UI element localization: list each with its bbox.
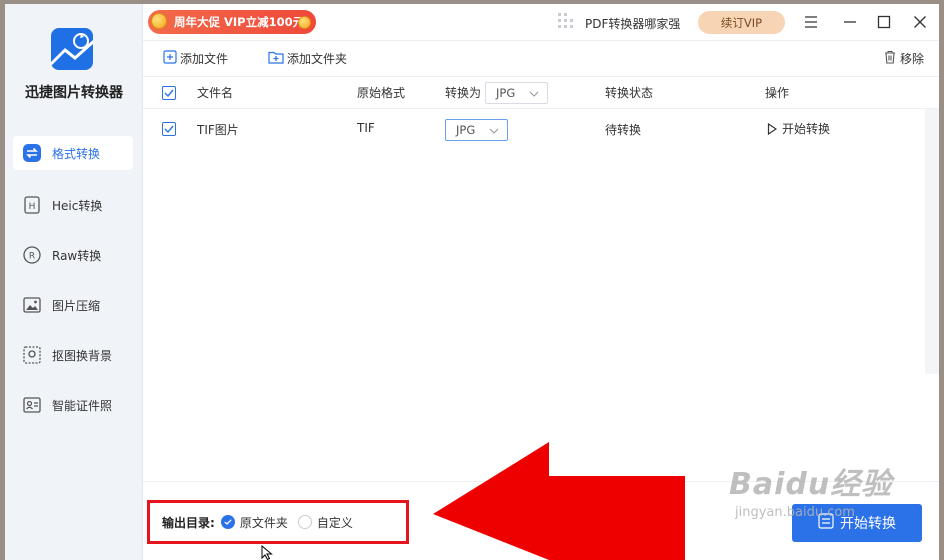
row-status: 待转换 — [605, 123, 642, 137]
sidebar-item-label: 智能证件照 — [52, 398, 113, 413]
row-format-select[interactable]: JPG — [445, 119, 508, 141]
add-folder-icon — [268, 50, 284, 67]
header-action: 操作 — [765, 86, 790, 100]
app-window: 迅捷图片转换器 格式转换 H Heic转换 R Raw转换 图片压缩 抠图换背景… — [5, 4, 939, 560]
play-icon — [767, 122, 777, 135]
watermark-sub: jingyan.baidu.com — [735, 505, 855, 520]
app-logo-icon — [51, 28, 93, 70]
row-filename: TIF图片 — [197, 123, 239, 137]
add-folder-button[interactable]: 添加文件夹 — [268, 48, 347, 68]
select-all-checkbox[interactable] — [162, 86, 176, 100]
add-file-button[interactable]: 添加文件 — [163, 48, 228, 68]
remove-label: 移除 — [900, 51, 925, 66]
watermark-main: Baidu经验 — [729, 467, 893, 502]
custom-label[interactable]: 自定义 — [317, 514, 353, 531]
heic-icon: H — [22, 195, 42, 215]
sidebar-item-label: 格式转换 — [52, 146, 101, 161]
sidebar-item-label: Raw转换 — [52, 248, 102, 263]
original-folder-label[interactable]: 原文件夹 — [240, 514, 288, 531]
add-folder-label: 添加文件夹 — [287, 51, 348, 66]
close-icon[interactable] — [911, 13, 929, 31]
output-directory-label: 输出目录: — [162, 515, 215, 530]
table-header: 文件名 原始格式 转换为 JPG 转换状态 操作 — [143, 76, 939, 109]
radio-original-folder[interactable] — [220, 515, 235, 529]
promo-banner[interactable]: 周年大促 VIP立减100元 — [148, 10, 316, 34]
sidebar-item-heic[interactable]: H Heic转换 — [13, 188, 133, 222]
select-value: JPG — [456, 123, 476, 137]
row-start-label: 开始转换 — [782, 122, 831, 136]
id-photo-icon — [22, 395, 42, 415]
radio-custom[interactable] — [297, 515, 312, 529]
sidebar: 迅捷图片转换器 格式转换 H Heic转换 R Raw转换 图片压缩 抠图换背景… — [5, 4, 143, 560]
maximize-icon[interactable] — [875, 13, 893, 31]
svg-text:R: R — [29, 252, 35, 262]
convert-all-format-select[interactable]: JPG — [485, 82, 548, 104]
pdf-link-text: PDF转换器哪家强 — [585, 16, 681, 31]
svg-text:H: H — [29, 202, 36, 212]
sidebar-item-format-convert[interactable]: 格式转换 — [13, 136, 133, 170]
sidebar-item-id-photo[interactable]: 智能证件照 — [13, 388, 133, 422]
table-scrollbar[interactable] — [925, 109, 939, 374]
promo-text: 周年大促 VIP立减100元 — [174, 15, 305, 29]
row-start-button[interactable]: 开始转换 — [767, 120, 830, 137]
row-checkbox[interactable] — [162, 122, 176, 136]
toolbar-divider — [143, 40, 939, 41]
coin-icon — [151, 13, 167, 29]
row-orig-format: TIF — [357, 121, 375, 135]
header-filename: 文件名 — [197, 86, 234, 100]
mouse-cursor-icon — [261, 545, 273, 560]
coin-icon — [298, 16, 311, 29]
sidebar-item-raw[interactable]: R Raw转换 — [13, 238, 133, 272]
header-convert-to: 转换为 — [445, 86, 482, 100]
raw-icon: R — [22, 245, 42, 265]
trash-icon — [883, 50, 897, 67]
app-title: 迅捷图片转换器 — [25, 85, 123, 101]
header-status: 转换状态 — [605, 86, 654, 100]
menu-icon[interactable] — [802, 13, 820, 31]
cutout-icon — [22, 345, 42, 365]
sidebar-item-label: 图片压缩 — [52, 298, 101, 313]
minimize-icon[interactable] — [841, 13, 859, 31]
format-convert-icon — [22, 143, 42, 163]
add-file-label: 添加文件 — [180, 51, 229, 66]
baidu-watermark: Baidu经验 jingyan.baidu.com — [729, 459, 892, 520]
chevron-down-icon — [489, 125, 499, 139]
pdf-converter-link[interactable]: PDF转换器哪家强 — [555, 12, 680, 34]
output-directory-panel: 输出目录: 原文件夹 自定义 — [147, 500, 409, 544]
sidebar-item-label: 抠图换背景 — [52, 348, 113, 363]
sidebar-item-label: Heic转换 — [52, 198, 103, 213]
pdf-icon — [555, 11, 577, 36]
remove-button[interactable]: 移除 — [883, 48, 924, 68]
renew-vip-button[interactable]: 续订VIP — [698, 11, 785, 34]
add-file-icon — [163, 49, 177, 67]
chevron-down-icon — [529, 88, 539, 102]
sidebar-item-image-compress[interactable]: 图片压缩 — [13, 288, 133, 322]
select-value: JPG — [496, 86, 516, 100]
image-compress-icon — [22, 295, 42, 315]
red-arrow-annotation — [433, 442, 685, 560]
sidebar-item-cutout[interactable]: 抠图换背景 — [13, 338, 133, 372]
header-orig-format: 原始格式 — [357, 86, 406, 100]
